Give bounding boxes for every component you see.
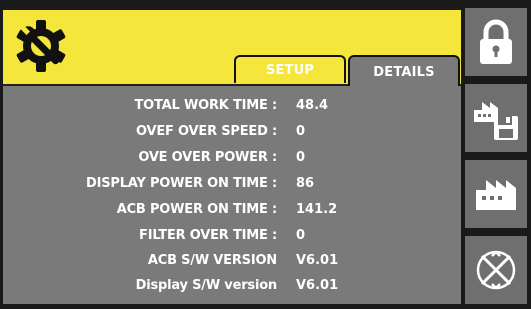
factory-icon: [476, 180, 516, 210]
detail-value: 0: [296, 150, 306, 165]
detail-label: OVEF OVER SPEED :: [136, 124, 277, 139]
detail-label: Display S/W version: [135, 278, 278, 293]
tab-setup-label: SETUP: [265, 62, 315, 78]
tab-details[interactable]: DETAILS: [348, 55, 460, 88]
reset-icon: [476, 250, 516, 290]
detail-value: 141.2: [296, 202, 338, 217]
detail-label: ACB S/W VERSION: [147, 253, 277, 268]
lock-button[interactable]: [463, 6, 529, 78]
detail-label: FILTER OVER TIME :: [139, 228, 277, 243]
detail-value: 0: [296, 124, 306, 139]
detail-label: ACB POWER ON TIME :: [116, 202, 277, 217]
detail-value: V6.01: [296, 278, 339, 293]
detail-row: FILTER OVER TIME : 0: [3, 228, 461, 248]
detail-label: DISPLAY POWER ON TIME :: [86, 176, 277, 191]
factory-save-button[interactable]: [463, 82, 529, 154]
detail-row: DISPLAY POWER ON TIME : 86: [3, 176, 461, 196]
detail-label: TOTAL WORK TIME :: [134, 98, 278, 113]
factory-button[interactable]: [463, 158, 529, 230]
gear-wrench-icon[interactable]: [13, 18, 69, 74]
reset-button[interactable]: [463, 234, 529, 306]
tab-details-label: DETAILS: [373, 65, 435, 80]
detail-value: 48.4: [296, 98, 329, 113]
detail-label: OVE OVER POWER :: [138, 150, 277, 165]
detail-value: V6.01: [296, 253, 339, 268]
lock-icon: [480, 19, 512, 64]
details-panel: TOTAL WORK TIME : 48.4 OVEF OVER SPEED :…: [3, 86, 461, 304]
tab-setup[interactable]: SETUP: [234, 55, 346, 83]
detail-row: Display S/W version V6.01: [3, 278, 461, 298]
detail-row: OVEF OVER SPEED : 0: [3, 124, 461, 144]
detail-row: ACB S/W VERSION V6.01: [3, 253, 461, 273]
detail-value: 86: [296, 176, 315, 191]
detail-row: TOTAL WORK TIME : 48.4: [3, 98, 461, 118]
factory-save-icon: [474, 102, 518, 140]
detail-value: 0: [296, 228, 306, 243]
detail-row: OVE OVER POWER : 0: [3, 150, 461, 170]
detail-row: ACB POWER ON TIME : 141.2: [3, 202, 461, 222]
